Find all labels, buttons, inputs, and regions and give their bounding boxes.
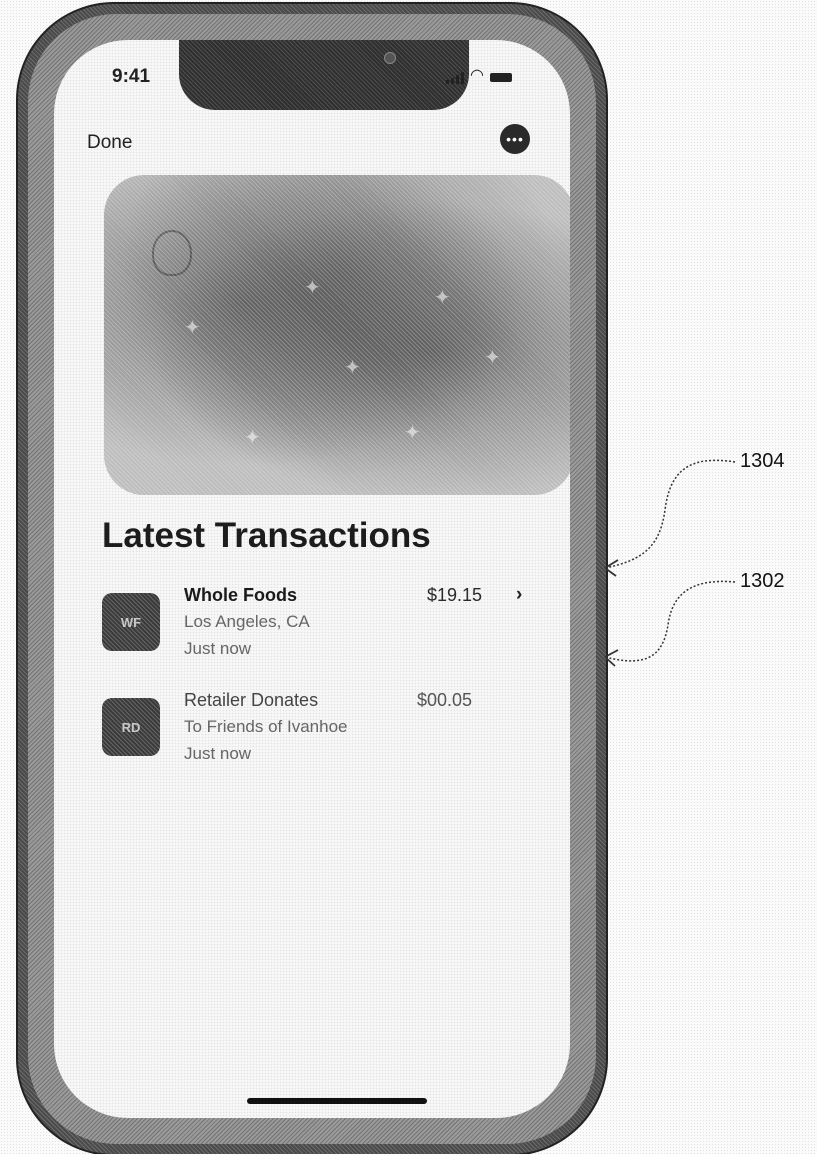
callout-leader-1304	[604, 459, 736, 569]
reference-callouts	[604, 459, 736, 667]
callout-label-1302: 1302	[740, 570, 785, 592]
arrowhead-icon	[604, 649, 619, 667]
callout-label-1304: 1304	[740, 450, 785, 472]
callout-leader-1302	[604, 580, 736, 662]
